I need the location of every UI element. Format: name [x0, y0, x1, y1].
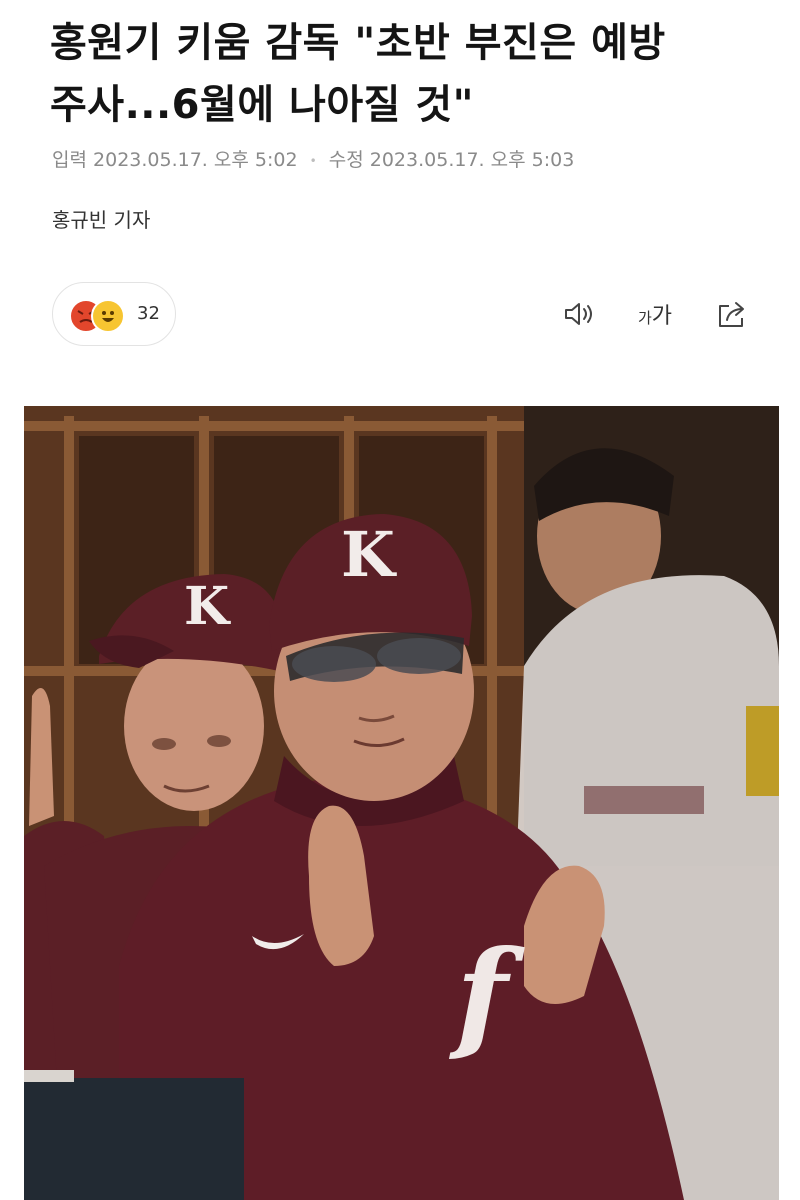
modified-label: 수정	[328, 149, 364, 171]
modified-time: 2023.05.17. 오후 5:03	[369, 149, 575, 171]
published-time: 2023.05.17. 오후 5:02	[93, 149, 298, 171]
reaction-button[interactable]: 32	[52, 282, 176, 346]
share-icon	[719, 302, 744, 327]
speaker-icon	[565, 303, 592, 325]
headline-line-1: 홍원기 키움 감독 "초반 부진은 예방	[50, 20, 666, 66]
reaction-count: 32	[137, 303, 160, 324]
headline-line-2: 주사...6월에 나아질 것"	[50, 82, 475, 128]
reporter-name[interactable]: 홍규빈 기자	[52, 204, 150, 233]
article-photo[interactable]: K K f	[24, 406, 779, 1200]
speaker-button[interactable]	[560, 296, 600, 332]
published-label: 입력	[52, 149, 87, 171]
article-meta: 입력 2023.05.17. 오후 5:02 • 수정 2023.05.17. …	[52, 145, 574, 172]
font-size-large: 가	[651, 304, 673, 329]
cap-logo-manager: K	[341, 518, 397, 591]
dugout-rail	[24, 1078, 244, 1200]
cap-logo-left: K	[184, 576, 231, 637]
article-headline: 홍원기 키움 감독 "초반 부진은 예방 주사...6월에 나아질 것"	[50, 12, 770, 136]
article-page: 홍원기 키움 감독 "초반 부진은 예방 주사...6월에 나아질 것" 입력 …	[0, 0, 800, 1200]
font-size-label: 가가	[638, 298, 672, 330]
happy-face-icon	[91, 299, 125, 333]
font-size-button[interactable]: 가가	[630, 296, 680, 332]
font-size-small: 가	[637, 309, 652, 327]
baseball-dugout-photo: K K f	[24, 406, 779, 1200]
meta-separator: •	[309, 153, 317, 168]
share-button[interactable]	[712, 296, 752, 332]
